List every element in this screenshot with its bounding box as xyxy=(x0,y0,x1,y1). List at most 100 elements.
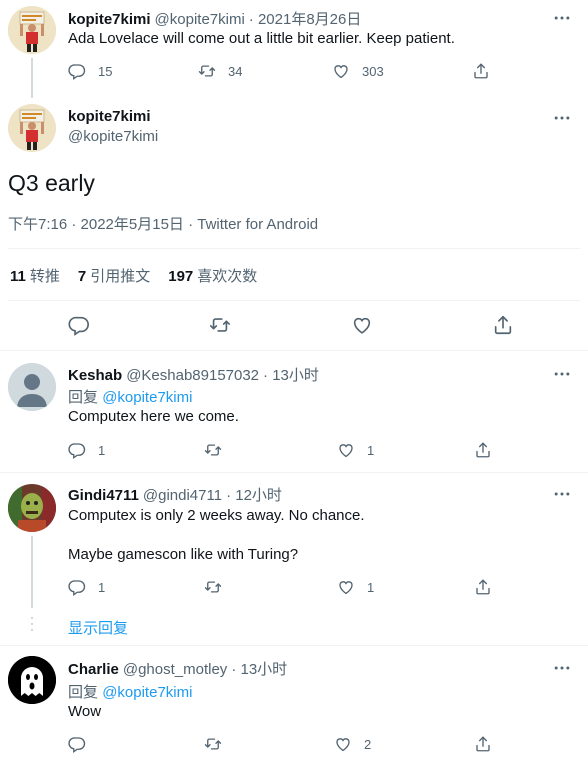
avatar-illustration xyxy=(8,484,56,532)
reply-to-line: 回复 @kopite7kimi xyxy=(68,389,193,406)
show-replies-link[interactable]: 显示回复 xyxy=(68,617,128,638)
share-button[interactable] xyxy=(474,578,492,596)
retweets-stat[interactable]: 11 转推 xyxy=(10,265,60,286)
more-options-button[interactable] xyxy=(552,484,572,504)
reply-icon xyxy=(68,578,86,596)
tweet-stats: 11 转推 7 引用推文 197 喜欢次数 xyxy=(10,265,257,286)
retweet-button[interactable]: 34 xyxy=(198,62,242,80)
tweet-time[interactable]: · 13小时 xyxy=(263,364,319,385)
reply-icon xyxy=(68,735,86,753)
tweet-date[interactable]: · 2021年8月26日 xyxy=(249,8,362,29)
reply-button[interactable] xyxy=(68,314,90,336)
reply-icon xyxy=(68,62,86,80)
ghost-avatar-icon xyxy=(8,656,56,704)
tweet-text: Q3 early xyxy=(8,170,95,196)
more-options-button[interactable] xyxy=(552,364,572,384)
retweet-icon xyxy=(204,441,222,459)
retweet-button[interactable] xyxy=(204,578,222,596)
avatar[interactable] xyxy=(8,6,56,54)
author-handle[interactable]: @ghost_motley xyxy=(123,661,227,678)
more-icon xyxy=(552,8,572,28)
likes-stat[interactable]: 197 喜欢次数 xyxy=(168,265,257,286)
like-icon xyxy=(332,62,350,80)
retweet-button[interactable] xyxy=(209,314,231,336)
avatar[interactable] xyxy=(8,484,56,532)
reply-to-line: 回复 @kopite7kimi xyxy=(68,684,193,701)
retweet-icon xyxy=(198,62,216,80)
author-name[interactable]: Gindi4711 xyxy=(68,487,139,504)
reply-to-handle[interactable]: @kopite7kimi xyxy=(102,389,192,406)
reply-count: 1 xyxy=(98,442,106,458)
more-options-button[interactable] xyxy=(552,108,572,128)
reply-to-handle[interactable]: @kopite7kimi xyxy=(102,684,192,701)
author-handle[interactable]: @gindi4711 xyxy=(143,487,222,504)
more-icon xyxy=(552,484,572,504)
more-options-button[interactable] xyxy=(552,658,572,678)
tweet-text-line-1: Computex is only 2 weeks away. No chance… xyxy=(68,507,365,524)
retweet-icon xyxy=(204,735,222,753)
reply-count: 1 xyxy=(98,579,106,595)
more-icon xyxy=(552,364,572,384)
like-count: 1 xyxy=(367,579,375,595)
reply-button[interactable]: 1 xyxy=(68,578,105,596)
like-button[interactable]: 2 xyxy=(334,735,371,753)
like-count: 2 xyxy=(364,736,372,752)
like-icon xyxy=(351,314,373,336)
divider xyxy=(8,300,580,301)
author-name[interactable]: Charlie xyxy=(68,661,119,678)
like-button[interactable] xyxy=(351,314,373,336)
retweet-count: 34 xyxy=(228,63,243,79)
more-options-button[interactable] xyxy=(552,8,572,28)
reply-button[interactable]: 15 xyxy=(68,62,112,80)
like-icon xyxy=(337,441,355,459)
like-count: 303 xyxy=(362,63,384,79)
avatar-illustration xyxy=(8,6,56,54)
divider xyxy=(0,472,588,473)
reply-icon xyxy=(68,441,86,459)
reply-icon xyxy=(68,314,90,336)
divider xyxy=(0,645,588,646)
like-count: 1 xyxy=(367,442,375,458)
avatar[interactable] xyxy=(8,104,56,152)
share-button[interactable] xyxy=(474,735,492,753)
tweet-text: Wow xyxy=(68,703,102,720)
tweet-text: Computex here we come. xyxy=(68,408,239,425)
reply-count: 15 xyxy=(98,63,113,79)
like-button[interactable]: 303 xyxy=(332,62,384,80)
divider xyxy=(8,248,580,249)
author-name[interactable]: kopite7kimi xyxy=(68,11,151,28)
share-button[interactable] xyxy=(474,441,492,459)
retweet-button[interactable] xyxy=(204,441,222,459)
default-avatar-icon xyxy=(8,363,56,411)
divider xyxy=(0,350,588,351)
like-icon xyxy=(337,578,355,596)
share-icon xyxy=(474,441,492,459)
author-handle[interactable]: @Keshab89157032 xyxy=(126,367,259,384)
retweet-icon xyxy=(204,578,222,596)
share-icon xyxy=(492,314,514,336)
like-button[interactable]: 1 xyxy=(337,441,374,459)
share-icon xyxy=(472,62,490,80)
thread-line xyxy=(31,536,33,608)
tweet-text-line-2: Maybe gamescon like with Turing? xyxy=(68,546,299,563)
retweet-button[interactable] xyxy=(204,735,222,753)
author-name[interactable]: kopite7kimi xyxy=(68,108,151,125)
author-name[interactable]: Keshab xyxy=(68,367,122,384)
retweet-icon xyxy=(209,314,231,336)
reply-button[interactable] xyxy=(68,735,86,753)
share-button[interactable] xyxy=(472,62,490,80)
tweet-time[interactable]: · 12小时 xyxy=(226,484,282,505)
avatar[interactable] xyxy=(8,363,56,411)
author-handle[interactable]: @kopite7kimi xyxy=(155,11,245,28)
avatar-illustration xyxy=(8,104,56,152)
thread-line xyxy=(31,58,33,98)
like-button[interactable]: 1 xyxy=(337,578,374,596)
share-button[interactable] xyxy=(492,314,514,336)
tweet-meta[interactable]: 下午7:16 · 2022年5月15日 · Twitter for Androi… xyxy=(8,213,318,234)
reply-button[interactable]: 1 xyxy=(68,441,105,459)
like-icon xyxy=(334,735,352,753)
tweet-time[interactable]: · 13小时 xyxy=(231,658,287,679)
avatar[interactable] xyxy=(8,656,56,704)
author-handle[interactable]: @kopite7kimi xyxy=(68,128,158,145)
quotes-stat[interactable]: 7 引用推文 xyxy=(78,265,150,286)
